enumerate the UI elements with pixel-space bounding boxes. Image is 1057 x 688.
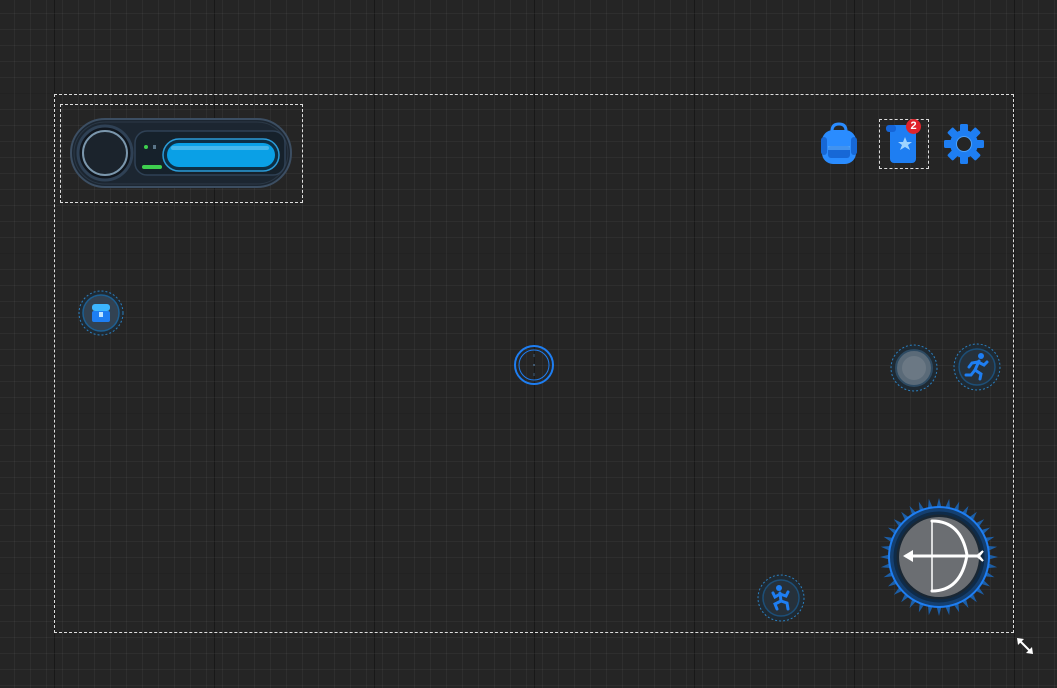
crouch-button[interactable] [757, 574, 805, 622]
locked-skill-button[interactable] [890, 344, 938, 392]
player-portrait[interactable] [76, 124, 134, 182]
chest-icon [92, 304, 110, 322]
backpack-icon[interactable] [820, 122, 858, 166]
status-light [144, 145, 148, 149]
chest-button[interactable] [78, 290, 124, 336]
bow-attack-button[interactable] [879, 497, 999, 617]
sprint-button[interactable] [953, 343, 1001, 391]
locked-skill-icon [902, 356, 926, 380]
energy-bar [142, 165, 162, 169]
quest-notification-badge: 2 [906, 119, 921, 134]
crosshair-icon [513, 344, 555, 386]
gear-icon[interactable] [944, 124, 984, 164]
expand-arrows-icon[interactable] [1015, 636, 1035, 656]
player-status-hud [70, 118, 292, 188]
